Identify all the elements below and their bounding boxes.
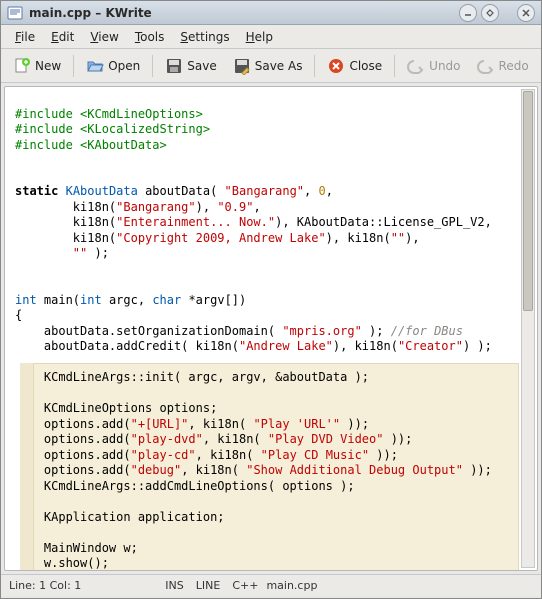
vertical-scrollbar[interactable] <box>521 89 535 568</box>
separator <box>394 55 395 77</box>
open-button[interactable]: Open <box>80 54 146 78</box>
code-line: #include <KCmdLineOptions> <box>15 107 203 121</box>
menu-view[interactable]: View <box>82 27 126 47</box>
separator <box>73 55 74 77</box>
menubar: File Edit View Tools Settings Help <box>1 25 541 49</box>
status-language[interactable]: C++ <box>232 579 258 592</box>
window-title: main.cpp – KWrite <box>29 6 455 20</box>
code-line: #include <KLocalizedString> <box>15 122 210 136</box>
status-wrap-mode[interactable]: LINE <box>196 579 221 592</box>
menu-file[interactable]: File <box>7 27 43 47</box>
close-file-button[interactable]: Close <box>321 54 388 78</box>
save-icon <box>165 57 183 75</box>
code-editor[interactable]: #include <KCmdLineOptions> #include <KLo… <box>5 87 537 570</box>
menu-edit[interactable]: Edit <box>43 27 82 47</box>
close-file-label: Close <box>349 59 382 73</box>
redo-label: Redo <box>499 59 529 73</box>
saveas-label: Save As <box>255 59 303 73</box>
undo-icon <box>407 57 425 75</box>
status-insert-mode[interactable]: INS <box>165 579 183 592</box>
redo-button[interactable]: Redo <box>471 54 535 78</box>
statusbar: Line: 1 Col: 1 INS LINE C++ main.cpp <box>1 574 541 596</box>
scrollbar-thumb[interactable] <box>523 91 533 311</box>
menu-help[interactable]: Help <box>238 27 281 47</box>
new-icon <box>13 57 31 75</box>
undo-label: Undo <box>429 59 460 73</box>
save-label: Save <box>187 59 216 73</box>
new-label: New <box>35 59 61 73</box>
menu-settings[interactable]: Settings <box>172 27 237 47</box>
redo-icon <box>477 57 495 75</box>
menu-tools[interactable]: Tools <box>127 27 173 47</box>
saveas-button[interactable]: Save As <box>227 54 309 78</box>
separator <box>152 55 153 77</box>
maximize-button[interactable] <box>481 4 499 22</box>
separator <box>314 55 315 77</box>
close-file-icon <box>327 57 345 75</box>
saveas-icon <box>233 57 251 75</box>
status-filename: main.cpp <box>266 579 317 592</box>
code-line: #include <KAboutData> <box>15 138 167 152</box>
new-button[interactable]: New <box>7 54 67 78</box>
open-icon <box>86 57 104 75</box>
minimize-button[interactable] <box>459 4 477 22</box>
status-linecol: Line: 1 Col: 1 <box>9 579 81 592</box>
close-button[interactable] <box>517 4 535 22</box>
save-button[interactable]: Save <box>159 54 222 78</box>
titlebar: main.cpp – KWrite <box>1 1 541 25</box>
app-icon <box>7 5 23 21</box>
toolbar: New Open Save Save As Close Undo Redo <box>1 49 541 83</box>
open-label: Open <box>108 59 140 73</box>
undo-button[interactable]: Undo <box>401 54 466 78</box>
editor-area: #include <KCmdLineOptions> #include <KLo… <box>4 86 538 571</box>
